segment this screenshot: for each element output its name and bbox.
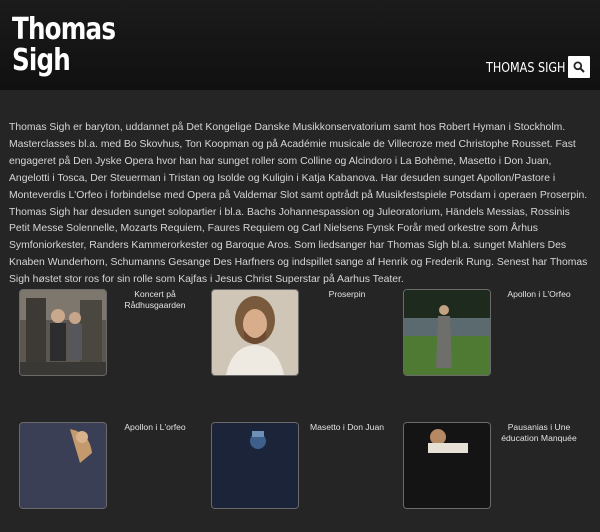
gallery-caption[interactable]: Pausanias i Une éducation Manquée	[499, 422, 579, 444]
gallery-item-apollon-1[interactable]: Apollon i L'Orfeo	[403, 289, 593, 399]
gallery-item-koncert[interactable]: Koncert på Rådhusgaarden	[19, 289, 209, 399]
gallery-caption[interactable]: Apollon i L'Orfeo	[499, 289, 579, 300]
gallery-thumbnail[interactable]	[403, 422, 491, 509]
gallery-caption[interactable]: Proserpin	[307, 289, 387, 300]
site-header: Thomas Sigh THOMAS SIGH	[0, 0, 600, 90]
gallery-thumbnail[interactable]	[403, 289, 491, 376]
gallery-item-apollon-2[interactable]: Apollon i L'orfeo	[19, 422, 209, 532]
site-logo[interactable]: Thomas Sigh	[12, 12, 116, 78]
nav-link-thomas-sigh[interactable]: THOMAS SIGH	[486, 61, 565, 76]
gallery-thumbnail[interactable]	[211, 422, 299, 509]
search-button[interactable]	[568, 56, 590, 78]
gallery-thumbnail[interactable]	[19, 422, 107, 509]
gallery-item-masetto[interactable]: Masetto i Don Juan	[211, 422, 401, 532]
logo-line-1: Thomas	[12, 12, 116, 47]
gallery-thumbnail[interactable]	[211, 289, 299, 376]
bio-text: Thomas Sigh er baryton, uddannet på Det …	[9, 122, 588, 286]
gallery-thumbnail[interactable]	[19, 289, 107, 376]
gallery-caption[interactable]: Apollon i L'orfeo	[115, 422, 195, 433]
gallery-item-proserpin[interactable]: Proserpin	[211, 289, 401, 399]
gallery-item-pausanias[interactable]: Pausanias i Une éducation Manquée	[403, 422, 593, 532]
gallery-caption[interactable]: Masetto i Don Juan	[307, 422, 387, 433]
search-icon	[573, 61, 585, 73]
logo-line-2: Sigh	[12, 43, 71, 78]
gallery-caption[interactable]: Koncert på Rådhusgaarden	[115, 289, 195, 311]
